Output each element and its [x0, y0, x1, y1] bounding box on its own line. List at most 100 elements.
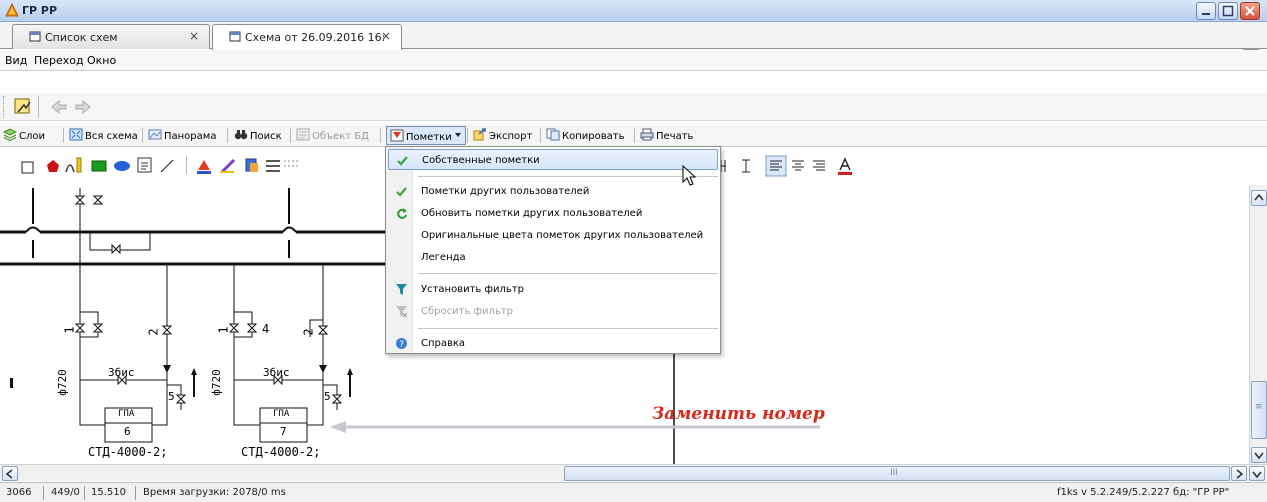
scroll-up-button[interactable]: [1251, 190, 1267, 206]
menu-navigate[interactable]: Переход: [34, 54, 84, 67]
annotation-replace-number[interactable]: Заменить номер: [652, 404, 825, 424]
menu-item-set-filter[interactable]: Установить фильтр: [388, 279, 718, 300]
check-icon: [397, 156, 408, 166]
layers-icon: [3, 128, 17, 141]
search-label: Поиск: [250, 131, 282, 142]
tab-scheme[interactable]: Схема от 26.09.2016 16: ×: [212, 24, 402, 50]
menu-view[interactable]: Вид: [5, 54, 27, 67]
mouse-cursor-icon: [682, 165, 697, 186]
maximize-icon: [1222, 5, 1234, 17]
menu-item-original-colors[interactable]: Оригинальные цвета пометок других пользо…: [388, 225, 718, 246]
export-label: Экспорт: [489, 131, 533, 142]
print-button[interactable]: Печать: [640, 128, 693, 144]
menu-item-label: Сбросить фильтр: [421, 306, 514, 317]
main-toolbar: Слои Вся схема Панорама Поиск Объект БД …: [0, 124, 1267, 147]
tab-close-icon[interactable]: ×: [381, 29, 391, 43]
menu-item-other-users-marks[interactable]: Пометки других пользователей: [388, 181, 718, 202]
valve-label-2b: 2: [301, 328, 316, 336]
chevron-right-icon: [1236, 469, 1244, 479]
print-icon: [640, 128, 654, 141]
status-version: f1ks v 5.2.249/5.2.227 бд: "ГР РР": [1057, 487, 1230, 498]
status-load-time: Время загрузки: 2078/0 ms: [143, 487, 286, 498]
tab-label: Список схем: [45, 31, 118, 44]
maximize-button[interactable]: [1218, 2, 1238, 20]
vertical-scroll-thumb[interactable]: ≡: [1251, 381, 1267, 439]
scroll-left-button[interactable]: [2, 466, 18, 481]
menu-item-label: Установить фильтр: [421, 284, 524, 295]
valve-label-1b: 1: [216, 326, 231, 334]
minimize-button[interactable]: [1196, 2, 1216, 20]
toolbar-separator: [467, 128, 468, 143]
back-arrow-icon[interactable]: [48, 96, 70, 118]
panorama-button[interactable]: Панорама: [148, 128, 216, 144]
select-tool-icon[interactable]: [12, 96, 34, 118]
menu-item-own-marks[interactable]: Собственные пометки: [388, 149, 718, 170]
horizontal-scrollbar[interactable]: III: [0, 464, 1267, 481]
toolbar-separator: [227, 128, 228, 143]
export-button[interactable]: Экспорт: [473, 128, 532, 144]
menu-item-legend[interactable]: Легенда: [388, 247, 718, 268]
valve-label-3bis-a: 3бис: [108, 366, 135, 379]
menu-item-label: Собственные пометки: [422, 155, 540, 166]
menu-item-refresh-marks[interactable]: Обновить пометки других пользователей: [388, 203, 718, 224]
help-icon: ?: [396, 338, 407, 350]
forward-arrow-icon[interactable]: [72, 96, 94, 118]
export-icon: [473, 128, 486, 141]
toolbar-separator: [142, 128, 143, 143]
fit-all-icon: [69, 128, 83, 141]
vertical-scrollbar[interactable]: ≡: [1249, 185, 1267, 465]
copy-icon: [546, 128, 560, 141]
gpa-number-a: 6: [124, 425, 131, 438]
fit-all-label: Вся схема: [85, 131, 138, 142]
menu-item-reset-filter[interactable]: Сбросить фильтр: [388, 301, 718, 322]
close-window-button[interactable]: [1240, 2, 1260, 20]
marks-icon: [390, 129, 404, 142]
menu-window[interactable]: Окно: [87, 54, 116, 67]
marks-dropdown-button[interactable]: Пометки: [386, 126, 466, 145]
toolbar-separator: [540, 128, 541, 143]
horizontal-scroll-thumb[interactable]: III: [564, 466, 1230, 481]
diameter-label-a: ф720: [55, 369, 69, 396]
tab-close-icon[interactable]: ×: [189, 29, 199, 43]
binoculars-icon: [234, 130, 248, 140]
db-object-button[interactable]: Объект БД: [296, 128, 369, 144]
panorama-icon: [148, 129, 162, 140]
close-icon: [1245, 6, 1255, 16]
chevron-down-icon: [1252, 471, 1262, 479]
toolbar-separator: [38, 96, 41, 118]
db-object-label: Объект БД: [312, 131, 369, 142]
status-separator: [43, 486, 44, 500]
scroll-down-small-button[interactable]: [1249, 466, 1265, 481]
menu-separator: [418, 176, 718, 177]
chevron-down-icon: [1254, 452, 1264, 460]
window-title: ГР РР: [22, 4, 58, 17]
layers-label: Слои: [19, 131, 45, 142]
diameter-label-b: ф720: [209, 369, 223, 396]
toolbar-separator: [290, 128, 291, 143]
svg-text:?: ?: [399, 340, 404, 350]
scroll-right-button[interactable]: [1231, 466, 1247, 481]
gpa-label-a: ГПА: [118, 409, 135, 419]
status-objects: 449/0: [51, 487, 80, 498]
chevron-down-icon: [454, 133, 461, 137]
tab-label: Схема от 26.09.2016 16:: [245, 31, 386, 44]
menu-bar: Вид Переход Окно: [0, 50, 1267, 71]
copy-label: Копировать: [562, 131, 625, 142]
menu-separator: [418, 273, 718, 274]
check-icon: [396, 187, 407, 197]
db-object-icon: [296, 128, 310, 141]
tab-scheme-list[interactable]: Список схем ×: [12, 24, 210, 49]
status-scale: 15.510: [91, 487, 126, 498]
search-button[interactable]: Поиск: [234, 128, 282, 144]
scroll-down-button[interactable]: [1251, 447, 1267, 463]
layers-button[interactable]: Слои: [3, 128, 45, 144]
status-bar: 3066 449/0 15.510 Время загрузки: 2078/0…: [0, 482, 1267, 502]
menu-item-help[interactable]: ? Справка: [388, 333, 718, 354]
scroll-grip: ≡: [1255, 402, 1263, 412]
refresh-icon: [397, 208, 407, 219]
fit-all-button[interactable]: Вся схема: [69, 128, 138, 144]
toolbar-grip[interactable]: [3, 96, 6, 118]
copy-button[interactable]: Копировать: [546, 128, 624, 144]
title-bar: ГР РР: [0, 0, 1267, 22]
gpa-number-b: 7: [280, 425, 287, 438]
